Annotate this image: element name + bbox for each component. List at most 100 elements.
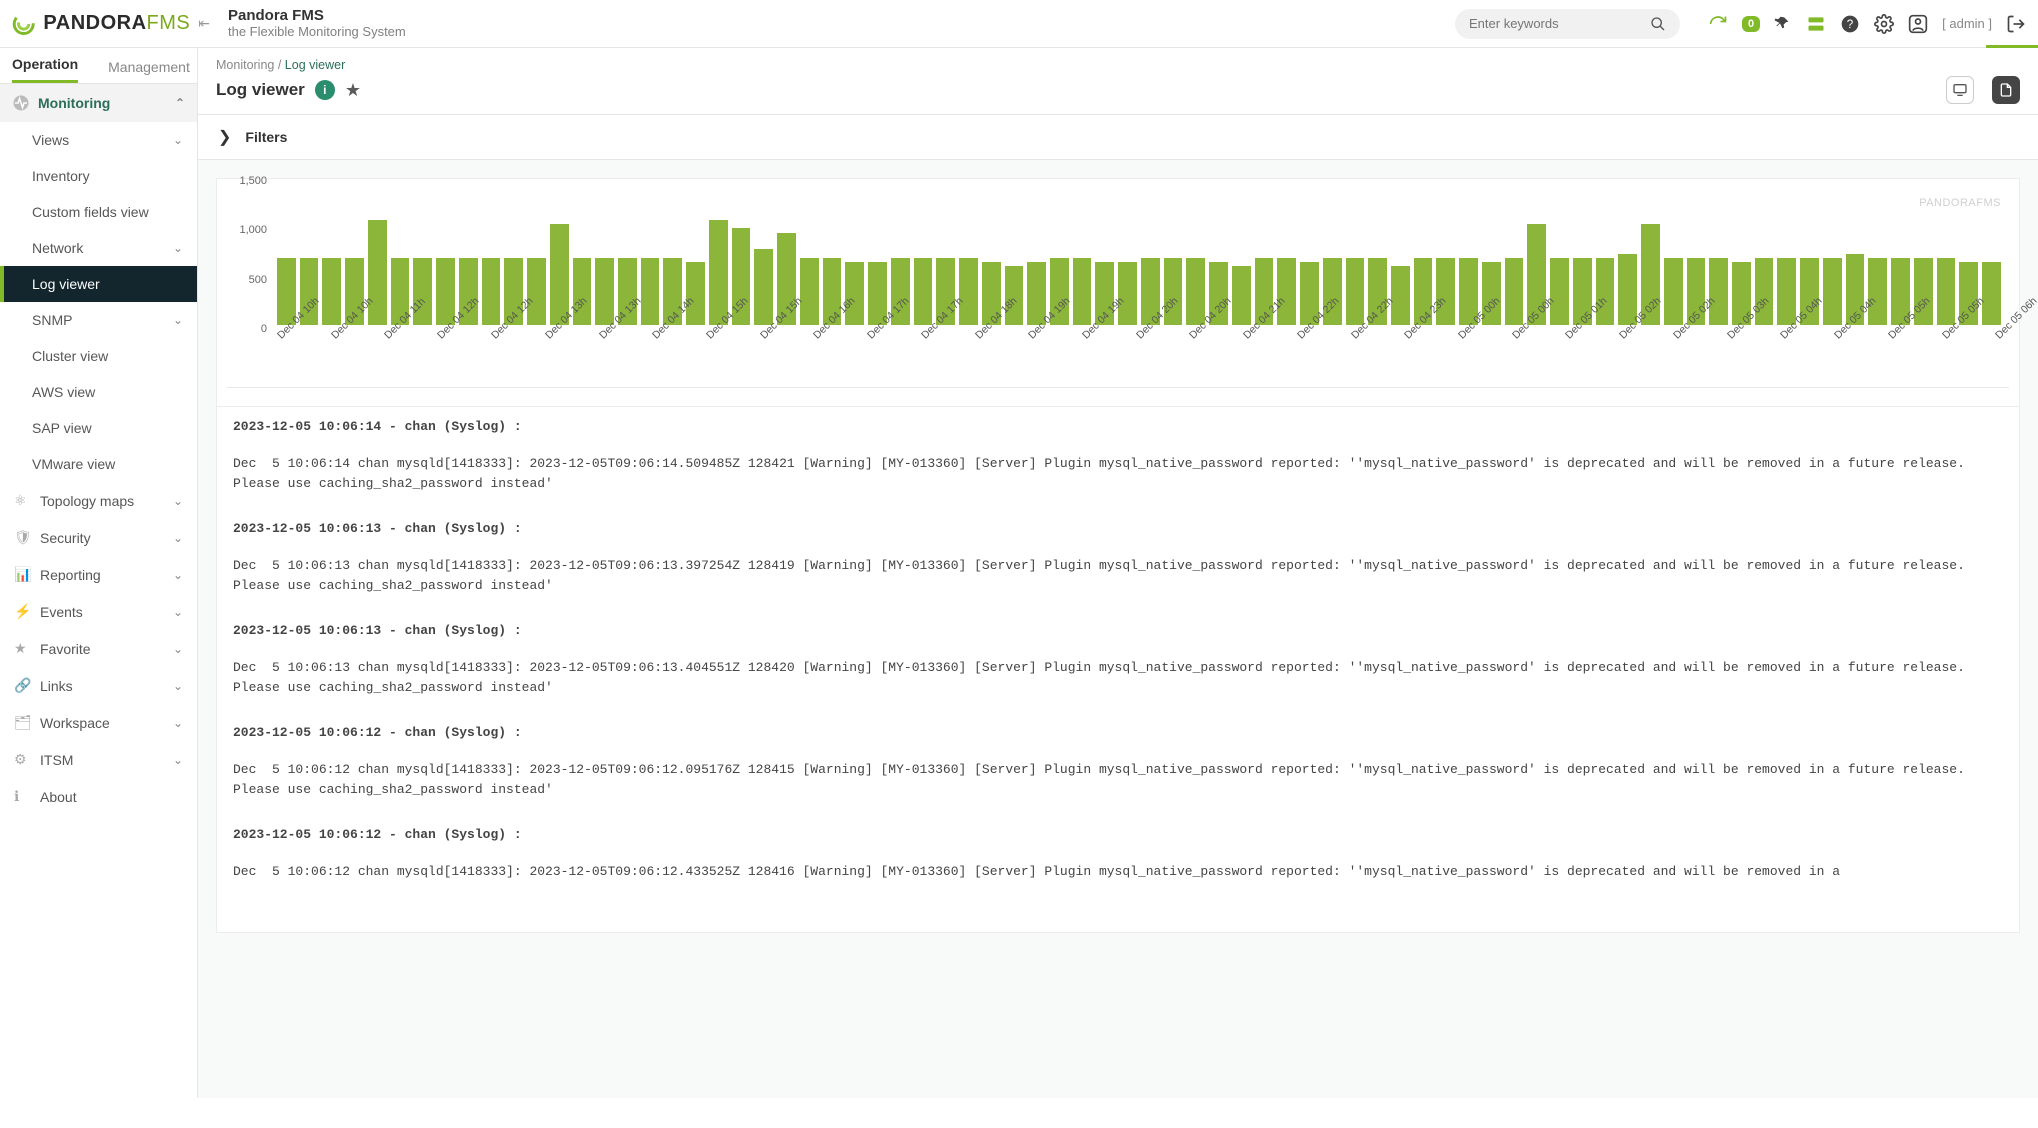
about-icon: ℹ	[14, 788, 32, 805]
sidebar-item-sap-view[interactable]: SAP view	[0, 410, 197, 446]
sidebar: Operation Management Monitoring ⌃ Views⌄…	[0, 48, 198, 1098]
sidebar-item-about[interactable]: ℹAbout	[0, 778, 197, 815]
sidebar-item-itsm[interactable]: ⚙ITSM⌄	[0, 741, 197, 778]
monitoring-icon	[12, 94, 30, 112]
chevron-down-icon: ⌄	[173, 531, 183, 545]
log-timestamp: 2023-12-05 10:06:13 - chan (Syslog) :	[233, 623, 2003, 638]
chevron-down-icon: ⌄	[173, 313, 183, 327]
sidebar-item-cluster-view[interactable]: Cluster view	[0, 338, 197, 374]
log-body: Dec 5 10:06:14 chan mysqld[1418333]: 202…	[233, 454, 2003, 493]
tab-operation[interactable]: Operation	[12, 56, 78, 83]
chevron-down-icon: ⌄	[173, 679, 183, 693]
chevron-down-icon: ⌄	[173, 241, 183, 255]
logo-swirl-icon	[12, 10, 35, 38]
sidebar-item-reporting[interactable]: 📊Reporting⌄	[0, 556, 197, 593]
svg-text:?: ?	[1847, 18, 1854, 31]
y-tick: 1,000	[239, 224, 267, 236]
chart-card: PANDORAFMS 05001,0001,500 Dec 04 10hDec …	[216, 178, 2020, 407]
sidebar-item-snmp[interactable]: SNMP⌄	[0, 302, 197, 338]
sidebar-item-custom-fields-view[interactable]: Custom fields view	[0, 194, 197, 230]
sidebar-monitoring-label: Monitoring	[38, 95, 110, 111]
y-tick: 1,500	[239, 175, 267, 187]
y-tick: 500	[249, 274, 267, 286]
alerts-count[interactable]: 0	[1742, 16, 1760, 32]
chevron-down-icon: ⌄	[173, 642, 183, 656]
chevron-right-icon: ❯	[218, 127, 231, 147]
log-entry: 2023-12-05 10:06:13 - chan (Syslog) : Dec…	[233, 623, 2003, 697]
topology maps-icon: ⚛	[14, 492, 32, 509]
server-status-icon[interactable]	[1806, 14, 1826, 34]
sidebar-item-favorite[interactable]: ★Favorite⌄	[0, 630, 197, 667]
tab-management[interactable]: Management	[108, 59, 190, 83]
breadcrumb: Monitoring / Log viewer	[198, 48, 2038, 74]
sidebar-item-log-viewer[interactable]: Log viewer	[0, 266, 197, 302]
itsm-icon: ⚙	[14, 751, 32, 768]
y-tick: 0	[261, 323, 267, 335]
sidebar-item-vmware-view[interactable]: VMware view	[0, 446, 197, 482]
filters-label: Filters	[245, 129, 287, 145]
logo[interactable]: PANDORAFMS ⇤	[12, 10, 210, 38]
log-body: Dec 5 10:06:12 chan mysqld[1418333]: 202…	[233, 862, 2003, 882]
chevron-up-icon: ⌃	[175, 96, 185, 110]
user-label[interactable]: [ admin ]	[1942, 16, 1992, 31]
app-subtitle: the Flexible Monitoring System	[228, 24, 406, 39]
filters-toggle[interactable]: ❯ Filters	[198, 114, 2038, 160]
sidebar-item-aws-view[interactable]: AWS view	[0, 374, 197, 410]
search-input[interactable]	[1469, 16, 1650, 31]
sidebar-item-views[interactable]: Views⌄	[0, 122, 197, 158]
sidebar-item-events[interactable]: ⚡Events⌄	[0, 593, 197, 630]
chevron-down-icon: ⌄	[173, 753, 183, 767]
workspace-icon: 🗂	[14, 714, 32, 731]
gear-icon[interactable]	[1874, 14, 1894, 34]
logout-icon[interactable]	[2006, 14, 2026, 34]
bar-chart: PANDORAFMS 05001,0001,500 Dec 04 10hDec …	[227, 193, 2009, 373]
links-icon: 🔗	[14, 677, 32, 694]
log-timestamp: 2023-12-05 10:06:12 - chan (Syslog) :	[233, 725, 2003, 740]
log-entry: 2023-12-05 10:06:13 - chan (Syslog) : Dec…	[233, 521, 2003, 595]
log-entry: 2023-12-05 10:06:12 - chan (Syslog) :Dec…	[233, 725, 2003, 799]
log-timestamp: 2023-12-05 10:06:14 - chan (Syslog) :	[233, 419, 2003, 434]
pin-icon[interactable]	[1774, 15, 1792, 33]
sidebar-collapse-icon[interactable]: ⇤	[198, 15, 210, 32]
log-list: 2023-12-05 10:06:14 - chan (Syslog) : Dec…	[216, 407, 2020, 933]
global-search[interactable]	[1455, 9, 1680, 39]
sidebar-section-monitoring[interactable]: Monitoring ⌃	[0, 84, 197, 122]
log-timestamp: 2023-12-05 10:06:12 - chan (Syslog) :	[233, 827, 2003, 842]
sidebar-item-links[interactable]: 🔗Links⌄	[0, 667, 197, 704]
sidebar-item-topology-maps[interactable]: ⚛Topology maps⌄	[0, 482, 197, 519]
chevron-down-icon: ⌄	[173, 716, 183, 730]
log-body: Dec 5 10:06:13 chan mysqld[1418333]: 202…	[233, 556, 2003, 595]
events-icon: ⚡	[14, 603, 32, 620]
page-title: Log viewer	[216, 80, 305, 100]
chart-bar[interactable]	[709, 220, 728, 325]
log-timestamp: 2023-12-05 10:06:13 - chan (Syslog) :	[233, 521, 2003, 536]
top-bar: PANDORAFMS ⇤ Pandora FMS the Flexible Mo…	[0, 0, 2038, 48]
user-icon[interactable]	[1908, 14, 1928, 34]
help-icon[interactable]: ?	[1840, 14, 1860, 34]
logo-text: PANDORAFMS	[43, 12, 190, 35]
refresh-icon[interactable]	[1708, 14, 1728, 34]
security-icon: 🛡	[14, 529, 32, 546]
chevron-down-icon: ⌄	[173, 133, 183, 147]
sidebar-item-network[interactable]: Network⌄	[0, 230, 197, 266]
chevron-down-icon: ⌄	[173, 605, 183, 619]
display-mode-icon[interactable]	[1946, 76, 1974, 104]
log-entry: 2023-12-05 10:06:14 - chan (Syslog) : Dec…	[233, 419, 2003, 493]
favorite-star-icon[interactable]: ★	[345, 80, 361, 101]
sidebar-item-workspace[interactable]: 🗂Workspace⌄	[0, 704, 197, 741]
sidebar-item-security[interactable]: 🛡Security⌄	[0, 519, 197, 556]
main-content: Monitoring / Log viewer Log viewer i ★ ❯…	[198, 48, 2038, 1098]
sidebar-item-inventory[interactable]: Inventory	[0, 158, 197, 194]
search-icon[interactable]	[1650, 16, 1666, 32]
app-title: Pandora FMS	[228, 8, 406, 25]
log-entry: 2023-12-05 10:06:12 - chan (Syslog) : Dec…	[233, 827, 2003, 882]
chevron-down-icon: ⌄	[173, 494, 183, 508]
favorite-icon: ★	[14, 640, 32, 657]
breadcrumb-root[interactable]: Monitoring	[216, 58, 274, 72]
breadcrumb-current[interactable]: Log viewer	[285, 58, 345, 72]
reporting-icon: 📊	[14, 566, 32, 583]
export-icon[interactable]	[1992, 76, 2020, 104]
info-icon[interactable]: i	[315, 80, 335, 100]
log-body: Dec 5 10:06:13 chan mysqld[1418333]: 202…	[233, 658, 2003, 697]
chevron-down-icon: ⌄	[173, 568, 183, 582]
